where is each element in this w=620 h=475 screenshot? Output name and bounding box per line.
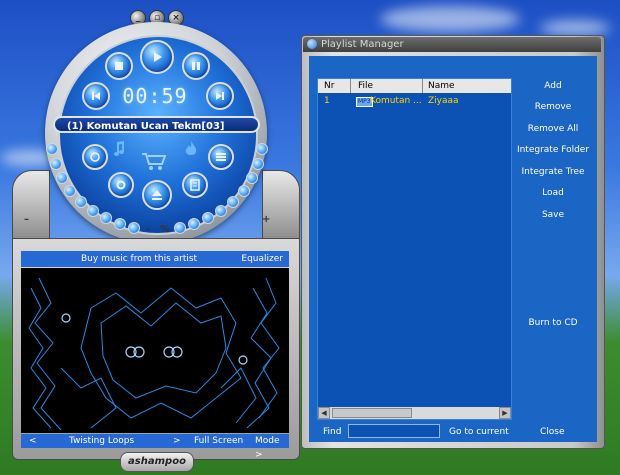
volume-dot[interactable]	[256, 143, 268, 155]
window-title: Playlist Manager	[321, 39, 404, 50]
volume-dot[interactable]	[227, 196, 239, 208]
volume-plus[interactable]: +	[262, 214, 270, 225]
volume-minus-center[interactable]: –	[146, 224, 151, 235]
volume-minus[interactable]: –	[24, 214, 29, 225]
left-bracket	[12, 170, 50, 242]
next-icon	[216, 92, 224, 100]
column-nr[interactable]: Nr	[324, 79, 334, 93]
repeat-button[interactable]	[82, 144, 108, 170]
full-screen-button[interactable]: Full Screen	[194, 434, 243, 448]
volume-dot[interactable]	[64, 185, 76, 197]
play-icon	[154, 52, 162, 62]
volume-dot[interactable]	[50, 158, 62, 170]
cart-icon	[142, 153, 167, 170]
track-title: (1) Komutan Ucan Tekm[03]	[53, 116, 260, 133]
playlist-button[interactable]	[208, 144, 234, 170]
buy-music-link[interactable]: Buy music from this artist	[81, 251, 197, 267]
close-playlist-button[interactable]: Close	[540, 427, 565, 437]
time-display: 00:59	[122, 84, 188, 108]
playlist-app-icon	[307, 39, 317, 49]
find-input[interactable]	[348, 424, 440, 438]
visualization-header: Buy music from this artist Equalizer	[21, 251, 289, 267]
ashampoo-logo: ashampoo	[120, 452, 194, 472]
info-button[interactable]	[182, 172, 208, 198]
cloud	[380, 6, 520, 32]
document-icon	[190, 179, 200, 191]
volume-dot[interactable]	[202, 212, 214, 224]
scrollbar-thumb[interactable]	[332, 408, 412, 418]
equalizer-button[interactable]: Equalizer	[241, 251, 283, 267]
scroll-left-arrow-icon[interactable]: ◀	[318, 407, 330, 419]
burn-button[interactable]	[180, 138, 202, 160]
volume-dot[interactable]	[246, 172, 258, 184]
eject-icon	[152, 190, 162, 200]
row-file: Komutan ...	[370, 96, 422, 106]
table-header: Nr File Name	[318, 79, 511, 93]
volume-dot[interactable]	[87, 205, 99, 217]
remove-all-button[interactable]: Remove All	[513, 122, 593, 136]
volume-percent: %	[160, 224, 171, 235]
cloud	[540, 20, 610, 36]
playlist-manager-titlebar[interactable]: Playlist Manager	[303, 37, 601, 52]
volume-dot[interactable]	[238, 185, 250, 197]
preset-name: Twisting Loops	[69, 436, 135, 446]
gear-icon	[116, 180, 126, 190]
volume-dot[interactable]	[75, 196, 87, 208]
volume-dot[interactable]	[100, 212, 112, 224]
pause-icon	[192, 62, 200, 70]
repeat-icon	[90, 152, 100, 162]
volume-dot[interactable]	[56, 172, 68, 184]
volume-dot[interactable]	[46, 143, 58, 155]
column-name[interactable]: Name	[428, 79, 455, 93]
right-bracket	[262, 170, 300, 242]
mode-button[interactable]: Mode >	[255, 434, 289, 462]
save-button[interactable]: Save	[513, 208, 593, 222]
music-note-button[interactable]	[108, 138, 130, 160]
playlist-table[interactable]: Nr File Name 1 MP3 Komutan ... Ziyaaa ◀ …	[317, 78, 512, 420]
column-file[interactable]: File	[358, 79, 373, 93]
integrate-folder-button[interactable]: Integrate Folder	[513, 143, 593, 157]
stop-button[interactable]	[105, 52, 133, 80]
load-button[interactable]: Load	[513, 186, 593, 200]
eject-button[interactable]	[142, 180, 172, 210]
cart-button[interactable]	[136, 146, 172, 176]
scroll-right-arrow-icon[interactable]: ▶	[499, 407, 511, 419]
visualization-footer: < Twisting Loops > Full Screen Mode >	[21, 434, 289, 460]
visualization-screen	[21, 268, 289, 433]
volume-dot[interactable]	[252, 158, 264, 170]
column-divider	[350, 79, 351, 93]
volume-dot[interactable]	[188, 218, 200, 230]
flame-icon	[185, 141, 197, 155]
table-row[interactable]: 1 MP3 Komutan ... Ziyaaa	[318, 95, 511, 108]
volume-dot[interactable]	[174, 222, 186, 234]
music-note-icon	[114, 141, 124, 156]
row-name: Ziyaaa	[428, 96, 459, 106]
horizontal-scrollbar[interactable]: ◀ ▶	[318, 407, 511, 419]
volume-dot[interactable]	[114, 218, 126, 230]
remove-button[interactable]: Remove	[513, 100, 593, 114]
find-label: Find	[323, 427, 342, 437]
settings-button[interactable]	[108, 172, 134, 198]
volume-dot[interactable]	[215, 205, 227, 217]
previous-icon	[92, 92, 100, 100]
volume-dot[interactable]	[128, 222, 140, 234]
play-button[interactable]	[140, 40, 174, 74]
burn-to-cd-button[interactable]: Burn to CD	[513, 316, 593, 330]
list-icon	[216, 153, 226, 161]
visualization-graphic	[28, 277, 280, 431]
preset-next-button[interactable]: >	[173, 434, 181, 448]
integrate-tree-button[interactable]: Integrate Tree	[513, 165, 593, 179]
add-button[interactable]: Add	[513, 79, 593, 93]
row-nr: 1	[324, 96, 330, 106]
media-player: _ ▫ × 00:59 (1) Komutan Ucan Tekm[03] – …	[0, 0, 300, 475]
column-divider	[422, 79, 423, 93]
next-button[interactable]	[206, 82, 234, 110]
go-to-current-button[interactable]: Go to current	[449, 427, 509, 437]
pause-button[interactable]	[182, 52, 210, 80]
previous-button[interactable]	[82, 82, 110, 110]
stop-icon	[115, 62, 123, 70]
preset-prev-button[interactable]: <	[29, 434, 37, 448]
